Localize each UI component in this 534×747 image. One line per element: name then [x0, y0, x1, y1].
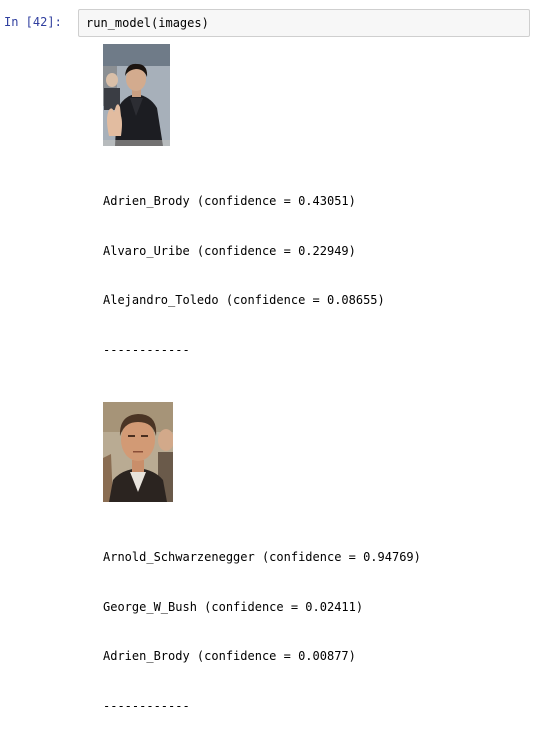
portrait-thumbnail — [103, 44, 170, 146]
prediction-list: Arnold_Schwarzenegger (confidence = 0.94… — [103, 516, 523, 747]
portrait-photo-icon — [103, 44, 170, 146]
code-input-area[interactable]: run_model(images) — [78, 9, 530, 37]
input-prompt: In [42]: — [4, 15, 62, 29]
separator-line: ------------ — [103, 698, 190, 713]
prediction-line: Adrien_Brody (confidence = 0.43051) — [103, 194, 356, 208]
portrait-photo-icon — [103, 402, 173, 502]
prediction-list: Adrien_Brody (confidence = 0.43051) Alva… — [103, 160, 523, 391]
prediction-line: George_W_Bush (confidence = 0.02411) — [103, 599, 364, 614]
result-item-1: Adrien_Brody (confidence = 0.43051) Alva… — [103, 44, 523, 391]
portrait-thumbnail — [103, 402, 173, 502]
notebook-cell: In [42]: run_model(images) Adrien_Brody … — [0, 0, 534, 713]
prediction-line: Alejandro_Toledo (confidence = 0.08655) — [103, 293, 385, 307]
separator-line: ------------ — [103, 342, 190, 357]
prediction-line: Adrien_Brody (confidence = 0.00877) — [103, 649, 356, 663]
prediction-line: Arnold_Schwarzenegger (confidence = 0.94… — [103, 550, 421, 564]
prediction-line: Alvaro_Uribe (confidence = 0.22949) — [103, 243, 356, 258]
cell-output: Adrien_Brody (confidence = 0.43051) Alva… — [103, 44, 523, 747]
result-item-2: Arnold_Schwarzenegger (confidence = 0.94… — [103, 402, 523, 747]
code-text[interactable]: run_model(images) — [86, 16, 209, 30]
